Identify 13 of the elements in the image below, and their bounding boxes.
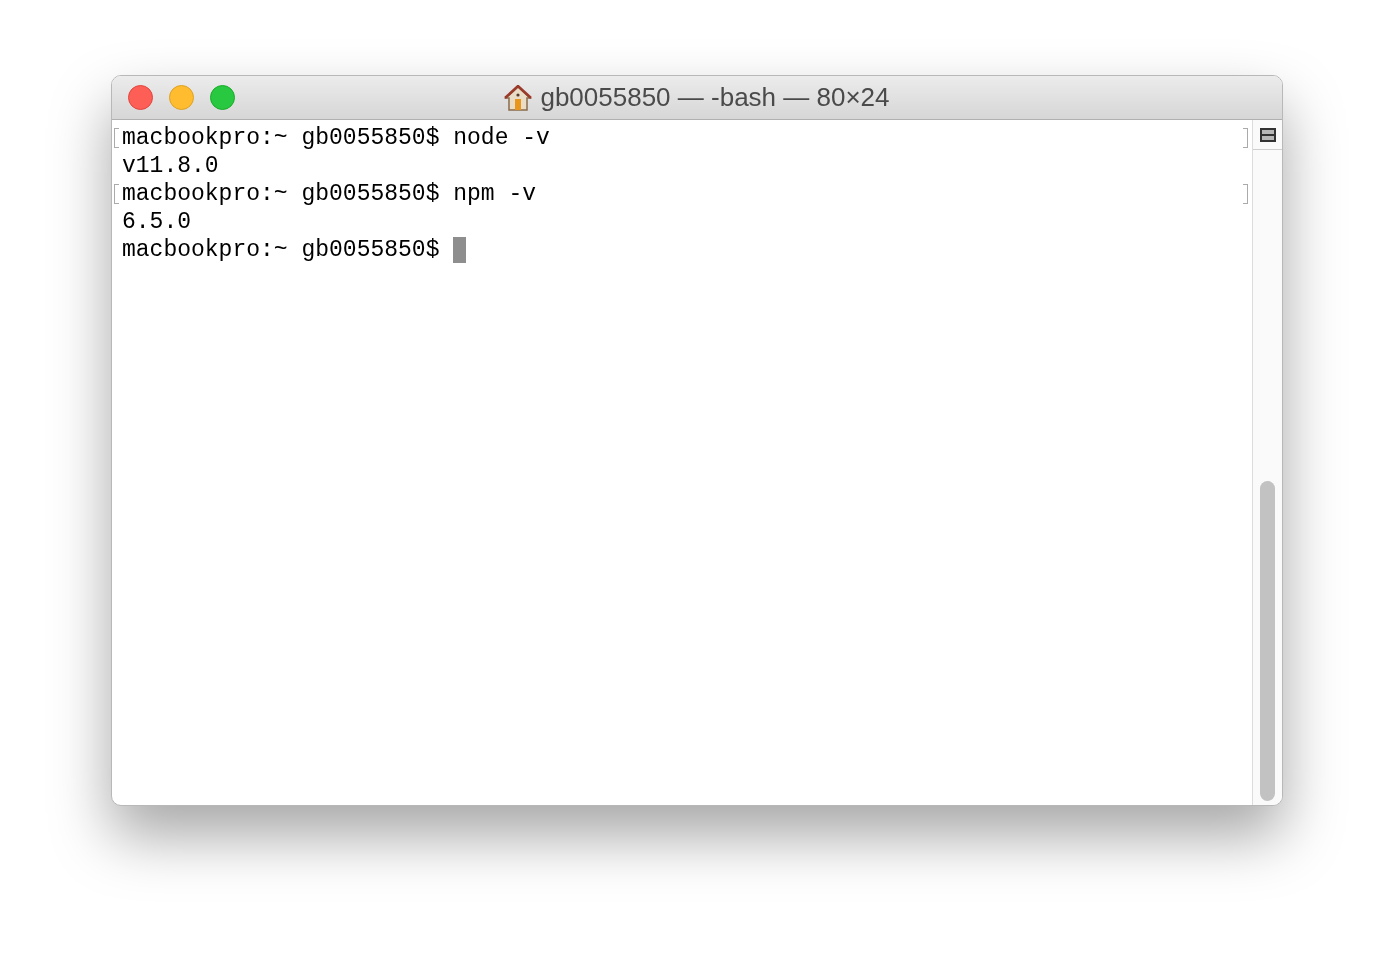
terminal-line: macbookpro:~ gb0055850$ node -v [122,124,550,152]
terminal-line: macbookpro:~ gb0055850$ [122,236,441,264]
mark-bracket-icon [1243,184,1248,204]
mark-bracket-icon [1243,128,1248,148]
home-icon [504,84,533,111]
terminal-line: macbookpro:~ gb0055850$ npm -v [122,180,537,208]
zoom-button[interactable] [210,85,235,110]
window-title: gb0055850 — -bash — 80×24 [540,81,890,114]
close-button[interactable] [128,85,153,110]
terminal-line: 6.5.0 [122,208,191,236]
minimize-button[interactable] [169,85,194,110]
terminal-line: v11.8.0 [122,152,219,180]
scroll-thumb[interactable] [1260,481,1275,801]
